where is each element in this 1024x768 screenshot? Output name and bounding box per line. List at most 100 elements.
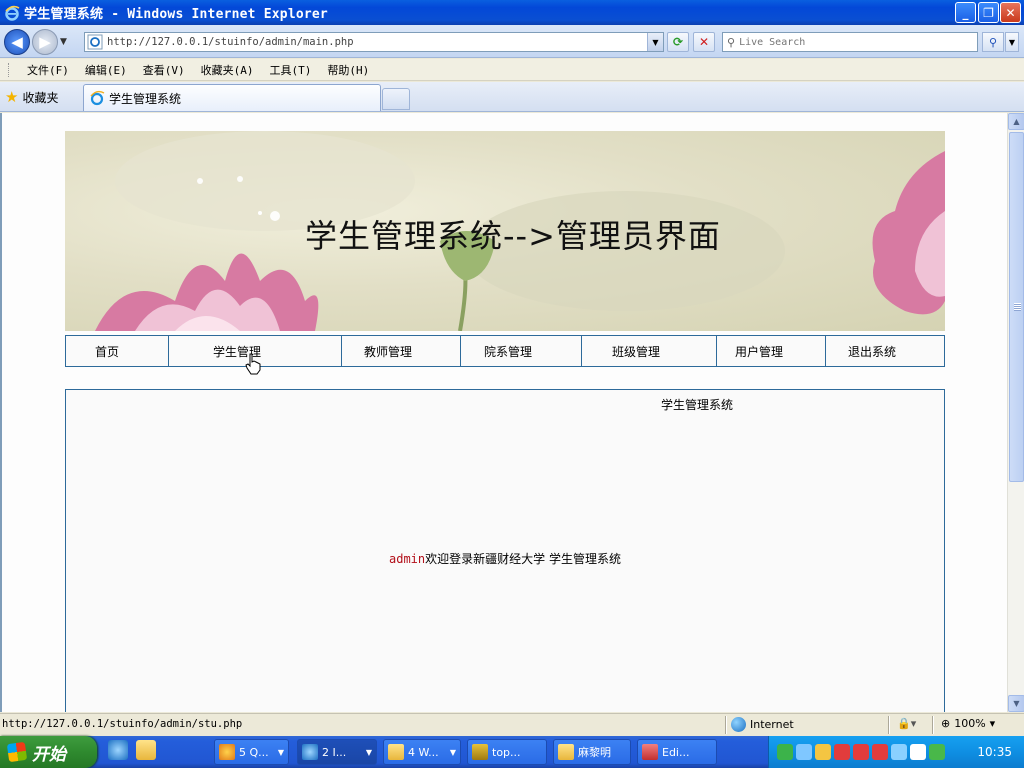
taskbar-button[interactable]: 4 W... ▼: [383, 739, 461, 765]
ie-icon: [302, 744, 318, 760]
maximize-button[interactable]: ❐: [978, 2, 999, 23]
refresh-icon: ⟳: [672, 35, 684, 49]
fireworks-icon: [472, 744, 488, 760]
taskbar-button-label: 5 Q...: [239, 745, 269, 759]
tab-title: 学生管理系统: [109, 91, 182, 106]
address-dropdown-icon[interactable]: ▼: [647, 33, 663, 51]
qq-tray-icon[interactable]: [834, 744, 850, 760]
content-frame: 学生管理系统 admin欢迎登录新疆财经大学 学生管理系统: [65, 389, 945, 712]
folder-quicklaunch-icon[interactable]: [136, 740, 156, 760]
nav-user-management[interactable]: 用户管理: [717, 336, 826, 366]
vertical-scrollbar[interactable]: ▲ ▼: [1007, 113, 1024, 712]
taskbar: 开始 5 Q... ▼ 2 I... ▼ 4 W... ▼ top... 麻黎明 Ed…: [0, 736, 1024, 768]
close-button[interactable]: ✕: [1000, 2, 1021, 23]
taskbar-button-label: Edi...: [662, 745, 690, 759]
restore-icon: ❐: [983, 5, 994, 20]
status-divider: [725, 716, 727, 734]
search-input[interactable]: [739, 36, 965, 48]
address-toolbar: ◀ ▶ ▼ ▼ ⟳ ✕ ⚲ ⚲ ▼: [0, 25, 1024, 58]
window-title: 学生管理系统 - Windows Internet Explorer: [24, 7, 328, 22]
taskbar-button[interactable]: 麻黎明: [553, 739, 631, 765]
zoom-dropdown-icon: ▾: [989, 717, 996, 730]
quick-launch: [108, 740, 156, 760]
tab-bar: ★ 收藏夹 学生管理系统: [0, 82, 1024, 112]
menu-file[interactable]: 文件(F): [19, 62, 77, 78]
security-zone[interactable]: Internet: [731, 717, 794, 732]
windows-flag-icon: [6, 741, 28, 763]
status-bar: http://127.0.0.1/stuinfo/admin/stu.php I…: [0, 713, 1024, 736]
menu-edit[interactable]: 编辑(E): [77, 62, 135, 78]
folder-icon: [558, 744, 574, 760]
toolbar-grip: [8, 62, 11, 77]
taskbar-button[interactable]: 5 Q... ▼: [214, 739, 289, 765]
security-shield-icon[interactable]: [929, 744, 945, 760]
network-icon[interactable]: [777, 744, 793, 760]
star-icon: ★: [5, 88, 19, 106]
ie-quicklaunch-icon[interactable]: [108, 740, 128, 760]
update-icon[interactable]: [891, 744, 907, 760]
menu-view[interactable]: 查看(V): [135, 62, 193, 78]
back-button[interactable]: ◀: [4, 29, 30, 55]
page-ie-icon: [87, 34, 103, 50]
close-icon: ✕: [1005, 5, 1016, 20]
qq-tray-icon[interactable]: [872, 744, 888, 760]
minimize-button[interactable]: _: [955, 2, 976, 23]
monitor-icon[interactable]: [796, 744, 812, 760]
magnifier-icon: ⚲: [988, 35, 998, 49]
globe-icon: [731, 717, 746, 732]
status-divider: [888, 716, 890, 734]
recent-pages-dropdown[interactable]: ▼: [60, 37, 72, 47]
scroll-thumb[interactable]: [1009, 132, 1024, 482]
menu-favorites[interactable]: 收藏夹(A): [193, 62, 262, 78]
stop-button[interactable]: ✕: [693, 32, 715, 52]
zoom-icon: ⊕: [941, 717, 951, 730]
zoom-control[interactable]: ⊕ 100% ▾: [941, 717, 995, 730]
menu-bar: 文件(F) 编辑(E) 查看(V) 收藏夹(A) 工具(T) 帮助(H): [0, 59, 1024, 81]
search-icon: ⚲: [727, 35, 736, 49]
favorites-button[interactable]: ★ 收藏夹: [5, 87, 58, 107]
scroll-down-icon[interactable]: ▼: [1008, 695, 1024, 712]
main-nav: 首页 学生管理 教师管理 院系管理 班级管理 用户管理 退出系统: [65, 335, 945, 367]
zoom-level: 100%: [954, 717, 986, 730]
banner-title: 学生管理系统-->管理员界面: [305, 217, 721, 255]
taskbar-button-label: 2 I...: [322, 745, 347, 759]
address-bar[interactable]: ▼: [84, 32, 664, 52]
nav-logout[interactable]: 退出系统: [826, 336, 944, 366]
search-box[interactable]: ⚲: [722, 32, 978, 52]
new-tab-button[interactable]: [382, 88, 410, 110]
c-app-icon[interactable]: [910, 744, 926, 760]
header-banner: 学生管理系统-->管理员界面: [65, 131, 945, 331]
address-input[interactable]: [107, 36, 647, 48]
taskbar-button[interactable]: 2 I... ▼: [297, 739, 377, 765]
scroll-up-icon[interactable]: ▲: [1008, 113, 1024, 130]
nav-home[interactable]: 首页: [66, 336, 169, 366]
tab-active[interactable]: 学生管理系统: [83, 84, 381, 111]
back-arrow-icon: ◀: [11, 33, 23, 51]
menu-tools[interactable]: 工具(T): [262, 62, 320, 78]
taskbar-button[interactable]: Edi...: [637, 739, 717, 765]
content-heading: 学生管理系统: [661, 398, 734, 412]
forward-button[interactable]: ▶: [32, 29, 58, 55]
editor-icon: [642, 744, 658, 760]
taskbar-button[interactable]: top...: [467, 739, 547, 765]
folder-icon: [388, 744, 404, 760]
welcome-text: 欢迎登录新疆财经大学 学生管理系统: [425, 552, 621, 566]
clock: 10:35: [977, 745, 1012, 759]
minimize-icon: _: [962, 5, 969, 20]
menu-help[interactable]: 帮助(H): [319, 62, 377, 78]
title-bar: 学生管理系统 - Windows Internet Explorer _ ❐ ✕: [0, 0, 1024, 25]
antivirus-icon[interactable]: [815, 744, 831, 760]
refresh-button[interactable]: ⟳: [667, 32, 689, 52]
hand-cursor-icon: [245, 353, 261, 375]
ie-page-icon: [90, 90, 105, 106]
status-text: http://127.0.0.1/stuinfo/admin/stu.php: [2, 718, 243, 730]
start-label: 开始: [32, 744, 66, 765]
qq-tray-icon[interactable]: [853, 744, 869, 760]
protected-mode-icon[interactable]: 🔒▾: [897, 717, 916, 730]
search-options-button[interactable]: ▼: [1005, 32, 1019, 52]
start-button[interactable]: 开始: [0, 736, 97, 768]
nav-department-management[interactable]: 院系管理: [461, 336, 582, 366]
search-go-button[interactable]: ⚲: [982, 32, 1004, 52]
nav-teacher-management[interactable]: 教师管理: [342, 336, 461, 366]
nav-class-management[interactable]: 班级管理: [582, 336, 717, 366]
